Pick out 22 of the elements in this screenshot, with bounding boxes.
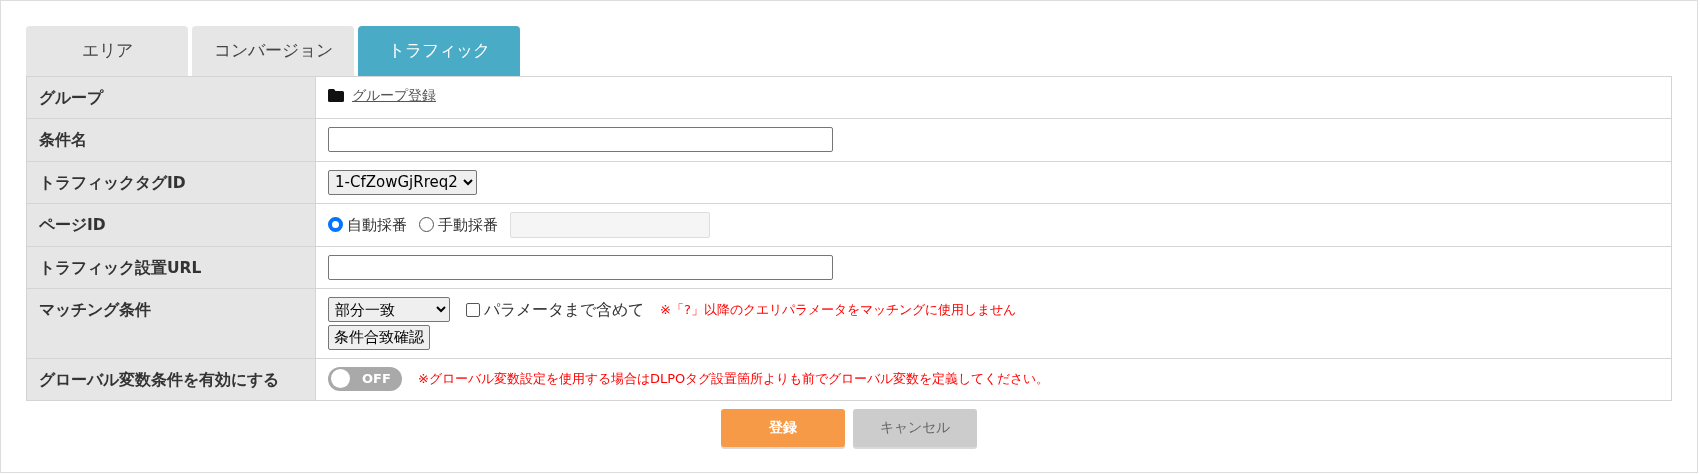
- field-label: トラフィック設置URL: [39, 258, 202, 277]
- radio-option[interactable]: 手動採番: [419, 213, 498, 236]
- match-type-dropdown[interactable]: 部分一致: [328, 297, 450, 322]
- field-label: ページID: [39, 215, 106, 234]
- field-label: トラフィックタグID: [39, 173, 186, 192]
- field-label: グローバル変数条件を有効にする: [39, 370, 279, 389]
- field-label: 条件名: [39, 131, 87, 150]
- tab[interactable]: コンバージョン: [192, 26, 354, 76]
- text-field[interactable]: [328, 127, 833, 153]
- check-match-button[interactable]: 条件合致確認: [328, 325, 430, 350]
- cancel-button[interactable]: キャンセル: [853, 408, 977, 447]
- warning-note: ※グローバル変数設定を使用する場合はDLPOタグ設置箇所よりも前でグローバル変数を定義してください。: [418, 369, 1050, 388]
- group-register-link[interactable]: グループ登録: [352, 85, 436, 106]
- tag-id-dropdown[interactable]: 1-CfZowGjRreq2: [328, 169, 477, 195]
- field-label: グループ: [39, 89, 103, 107]
- tab[interactable]: エリア: [26, 26, 188, 76]
- radio-option[interactable]: 自動採番: [328, 213, 407, 236]
- folder-icon: [328, 89, 344, 102]
- field-label: マッチング条件: [39, 301, 151, 319]
- parameter-checkbox[interactable]: パラメータまで含めて: [466, 297, 644, 322]
- warning-note: ※「?」以降のクエリパラメータをマッチングに使用しません: [660, 300, 1016, 319]
- text-field[interactable]: [328, 254, 833, 280]
